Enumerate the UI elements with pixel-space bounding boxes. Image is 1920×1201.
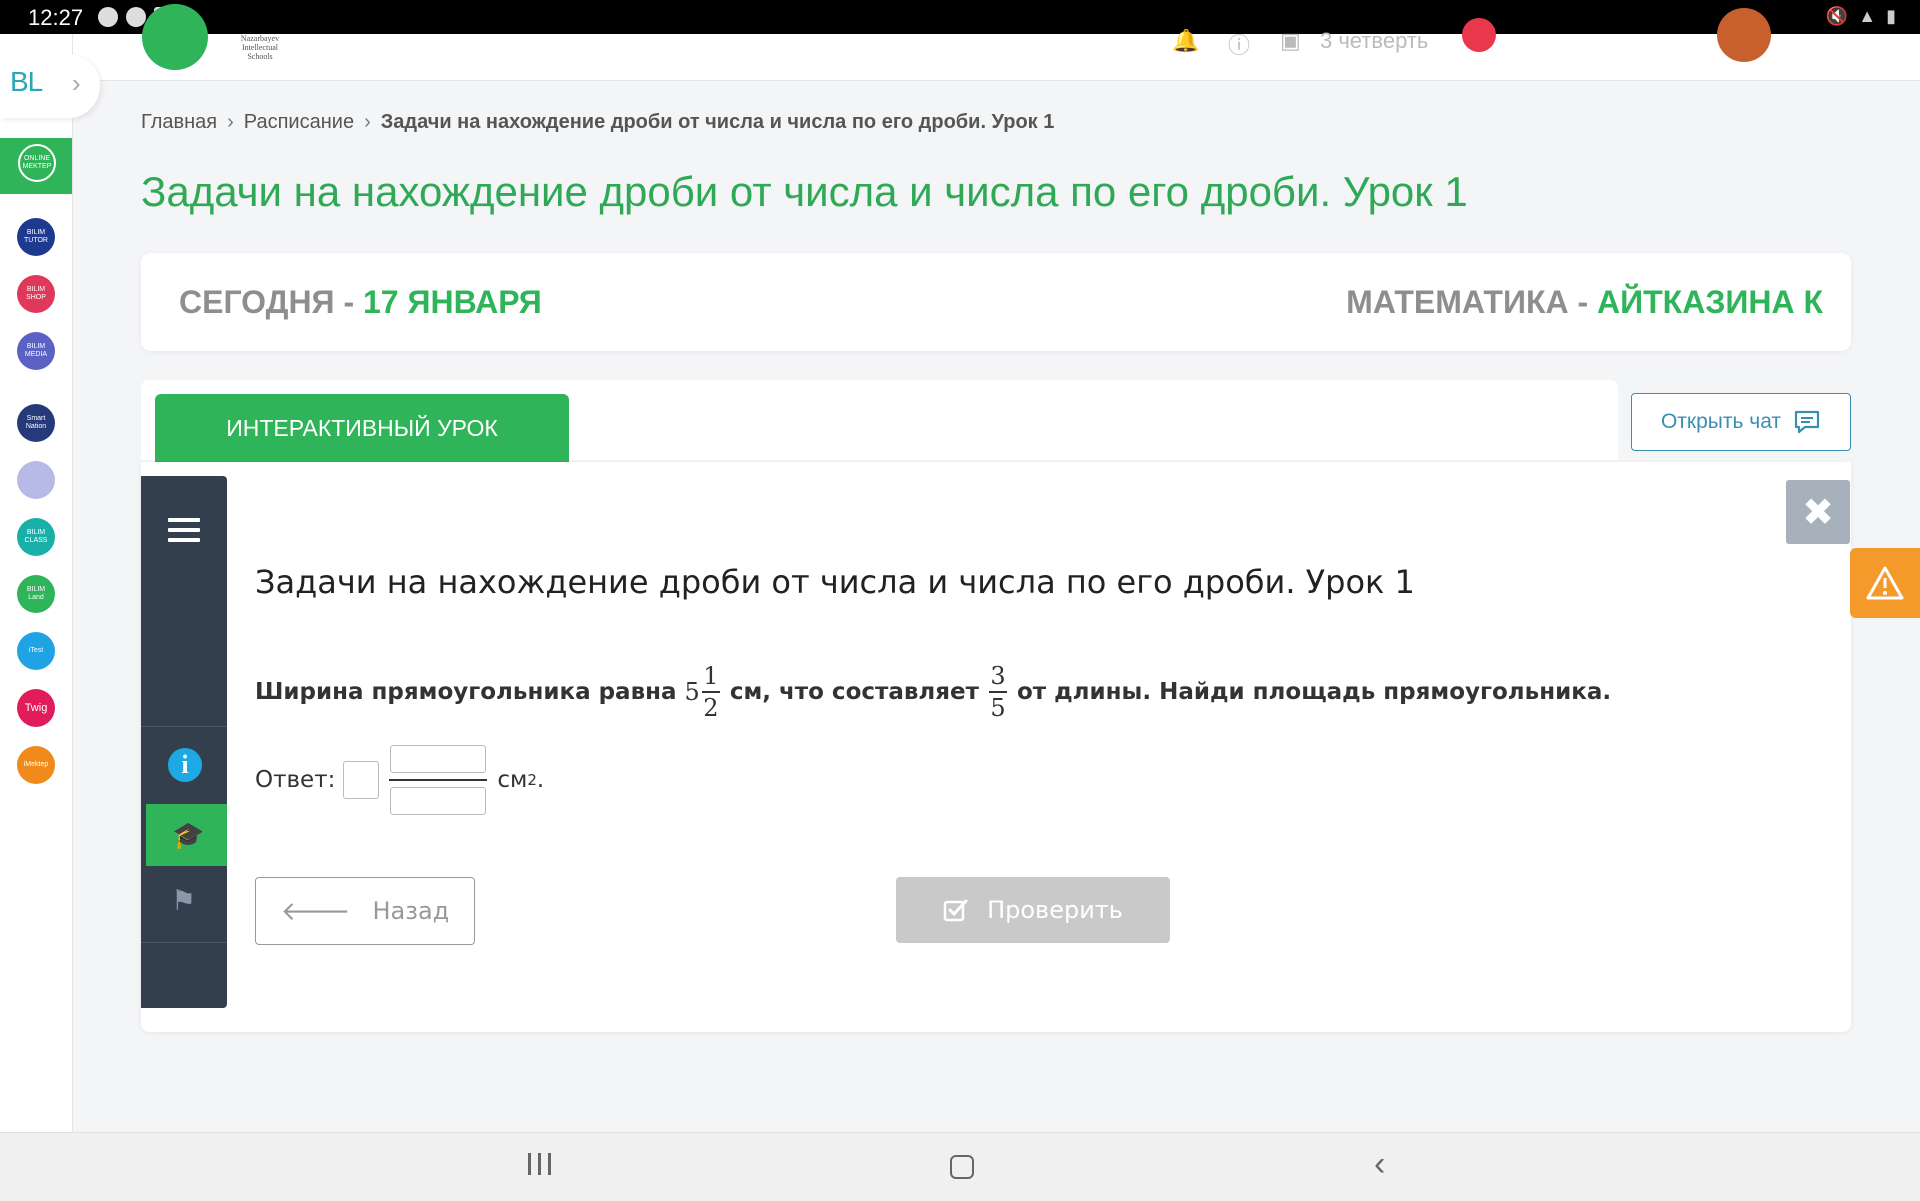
rail-item-online-mektep[interactable]: ONLINE MEKTEP — [18, 144, 56, 182]
chevron-right-icon: › — [364, 111, 371, 133]
info-icon[interactable]: i — [168, 748, 202, 782]
mektep-logo[interactable] — [142, 4, 208, 70]
status-time: 12:27 — [28, 5, 84, 30]
rail-item-twig[interactable]: Twig — [17, 689, 55, 727]
back-button-label: Назад — [372, 897, 450, 925]
whatsapp-icon — [98, 7, 118, 27]
chevron-right-icon: › — [227, 111, 234, 133]
mute-icon: 🔇 — [1825, 6, 1849, 26]
answer-numerator-input[interactable] — [390, 745, 487, 774]
bell-icon[interactable]: 🔔 — [1172, 28, 1199, 54]
rail-item-bilim-media[interactable]: BILIM MEDIA — [17, 332, 55, 370]
today-info: СЕГОДНЯ - 17 ЯНВАРЯ — [179, 284, 542, 320]
app-notification-icon — [126, 7, 146, 27]
status-bar: 12:27 🔇 ▲ ▮ — [0, 0, 1920, 34]
calendar-icon[interactable]: ▣ — [1280, 28, 1301, 54]
arrow-left-icon: 🡐 — [280, 896, 351, 927]
signal-icon: ▮ — [1886, 6, 1896, 26]
recent-apps-icon[interactable] — [528, 1153, 551, 1175]
open-chat-label: Открыть чат — [1660, 410, 1782, 433]
chat-icon — [1794, 410, 1820, 434]
page-title: Задачи на нахождение дроби от числа и чи… — [141, 168, 1468, 215]
check-button-label: Проверить — [987, 896, 1123, 924]
warning-icon — [1866, 566, 1904, 600]
lesson-sidebar: i 🎓 ⚑ — [141, 476, 227, 1008]
rail-item-bilim-class[interactable]: BILIM CLASS — [17, 518, 55, 556]
system-nav-bar: ‹ — [0, 1132, 1920, 1201]
close-button[interactable]: ✖ — [1786, 480, 1850, 544]
question-text: Ширина прямоугольника равна 5 1 2 см, чт… — [255, 662, 1612, 722]
rail-item-bilim-tutor[interactable]: BILIM TUTOR — [17, 218, 55, 256]
tab-interactive-lesson[interactable]: ИНТЕРАКТИВНЫЙ УРОК — [155, 394, 569, 462]
help-icon[interactable]: ⓘ — [1228, 28, 1250, 60]
top-header: Nazarbayev Intellectual Schools 🔔 ⓘ ▣ 3 … — [72, 4, 1920, 81]
rail-item-bilim-shop[interactable]: BILIM SHOP — [17, 275, 55, 313]
width-whole: 5 — [684, 678, 700, 706]
report-issue-button[interactable] — [1850, 548, 1920, 618]
breadcrumb: Главная › Расписание › Задачи на нахожде… — [141, 111, 1054, 134]
rail-item-imektep[interactable]: iMektep — [17, 746, 55, 784]
menu-icon[interactable] — [168, 518, 200, 548]
answer-whole-input[interactable] — [343, 761, 380, 799]
today-date: 17 ЯНВАРЯ — [362, 284, 542, 320]
status-system-icons: 🔇 ▲ ▮ — [1826, 6, 1896, 27]
width-fraction: 1 2 — [701, 662, 720, 722]
check-button[interactable]: Проверить — [896, 877, 1170, 943]
answer-row: Ответ: см 2. — [255, 740, 544, 820]
teacher-name: АЙТКАЗИНА К — [1597, 284, 1823, 320]
back-button[interactable]: 🡐 Назад — [255, 877, 475, 945]
date-card: СЕГОДНЯ - 17 ЯНВАРЯ МАТЕМАТИКА - АЙТКАЗИ… — [141, 253, 1851, 351]
answer-fraction — [389, 745, 488, 815]
sidebar-item-lesson[interactable]: 🎓 — [146, 804, 227, 866]
breadcrumb-home[interactable]: Главная — [141, 111, 217, 134]
subject-info: МАТЕМАТИКА - АЙТКАЗИНА К — [1346, 284, 1823, 320]
wifi-icon: ▲ — [1858, 6, 1877, 26]
rail-item-library[interactable] — [17, 461, 55, 499]
close-icon: ✖ — [1802, 491, 1834, 534]
flag-icon[interactable]: ⚑ — [171, 884, 196, 917]
answer-unit-power: 2 — [527, 771, 537, 789]
user-avatar[interactable] — [1717, 8, 1771, 62]
rail-item-itest[interactable]: iTest — [17, 632, 55, 670]
home-icon[interactable] — [950, 1155, 974, 1179]
ratio-fraction: 3 5 — [988, 662, 1007, 722]
breadcrumb-current: Задачи на нахождение дроби от числа и чи… — [380, 111, 1055, 133]
notification-badge[interactable] — [1462, 18, 1496, 52]
back-nav-icon[interactable]: ‹ — [1374, 1145, 1385, 1184]
breadcrumb-schedule[interactable]: Расписание — [244, 111, 354, 134]
answer-unit: см — [497, 767, 528, 793]
app-rail: BL › ONLINE MEKTEP BILIM TUTOR BILIM SHOP B… — [0, 34, 100, 1132]
nis-logo-text: Nazarbayev Intellectual Schools — [240, 34, 280, 61]
sidebar-divider — [141, 726, 227, 727]
bl-toggle[interactable]: BL › — [0, 54, 100, 118]
rail-item-bilim-land[interactable]: BILIM Land — [17, 575, 55, 613]
open-chat-button[interactable]: Открыть чат — [1631, 393, 1851, 451]
graduation-cap-icon: 🎓 — [172, 820, 205, 850]
sidebar-divider — [141, 942, 227, 943]
rail-item-smart-nation[interactable]: Smart Nation — [17, 404, 55, 442]
answer-denominator-input[interactable] — [390, 786, 487, 815]
quarter-label[interactable]: 3 четверть — [1320, 28, 1428, 54]
lesson-title: Задачи на нахождение дроби от числа и чи… — [255, 563, 1415, 601]
chevron-right-icon: › — [72, 68, 81, 98]
checkbox-check-icon — [943, 899, 968, 922]
answer-label: Ответ: — [255, 767, 336, 793]
bl-brand: BL — [10, 66, 43, 97]
